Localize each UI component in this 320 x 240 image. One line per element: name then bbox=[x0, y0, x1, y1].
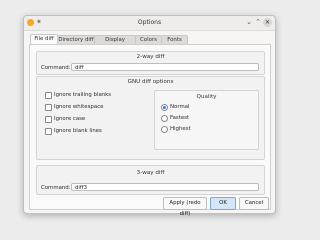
quality-title: Quality bbox=[196, 94, 217, 100]
ignore-whitespace-label: Ignore whitespace bbox=[54, 104, 104, 110]
ignore-case-label: Ignore case bbox=[54, 116, 86, 122]
maximize-icon[interactable]: ⌃ bbox=[254, 18, 262, 27]
file-diff-panel: 2-way diff Command: diff GNU diff option… bbox=[29, 44, 271, 210]
quality-fastest-radio[interactable] bbox=[161, 115, 168, 122]
quality-highest-radio[interactable] bbox=[161, 126, 168, 133]
quality-highest-label: Highest bbox=[170, 126, 191, 132]
quality-normal-label: Normal bbox=[170, 104, 190, 110]
apply-redo-diff-button[interactable]: Apply (redo diff) bbox=[163, 197, 207, 217]
ignore-blank-lines-checkbox[interactable] bbox=[45, 128, 52, 135]
ok-button[interactable]: OK bbox=[210, 197, 236, 210]
gnu-diff-options-group: GNU diff options Ignore trailing blanks … bbox=[36, 76, 265, 160]
two-way-diff-group: 2-way diff Command: diff bbox=[36, 51, 265, 75]
two-way-diff-title: 2-way diff bbox=[136, 54, 165, 60]
two-way-command-label: Command: bbox=[41, 65, 71, 71]
minimize-icon[interactable]: ⌄ bbox=[245, 18, 253, 27]
ignore-case-checkbox[interactable] bbox=[45, 116, 52, 123]
title-bar: ✶ Options ⌄ ⌃ ✕ bbox=[24, 16, 275, 31]
three-way-diff-group: 3-way diff Command: diff3 bbox=[36, 165, 265, 195]
quality-fastest-label: Fastest bbox=[170, 115, 190, 121]
options-dialog: ✶ Options ⌄ ⌃ ✕ File diff Directory diff… bbox=[23, 15, 276, 217]
three-way-command-input[interactable]: diff3 bbox=[71, 183, 259, 191]
quality-normal-radio[interactable] bbox=[161, 104, 168, 111]
three-way-command-label: Command: bbox=[41, 185, 71, 191]
ignore-whitespace-checkbox[interactable] bbox=[45, 104, 52, 111]
quality-group: Quality Normal Fastest Highest bbox=[154, 90, 259, 150]
cancel-button[interactable]: Cancel bbox=[239, 197, 269, 210]
three-way-diff-title: 3-way diff bbox=[136, 170, 165, 176]
ignore-blank-lines-label: Ignore blank lines bbox=[54, 128, 102, 134]
ignore-trailing-blanks-label: Ignore trailing blanks bbox=[54, 92, 112, 98]
window-title: Options bbox=[137, 19, 162, 26]
gnu-diff-options-title: GNU diff options bbox=[127, 79, 174, 85]
ignore-trailing-blanks-checkbox[interactable] bbox=[45, 92, 52, 99]
close-icon[interactable]: ✕ bbox=[263, 18, 272, 27]
two-way-command-input[interactable]: diff bbox=[71, 63, 259, 71]
